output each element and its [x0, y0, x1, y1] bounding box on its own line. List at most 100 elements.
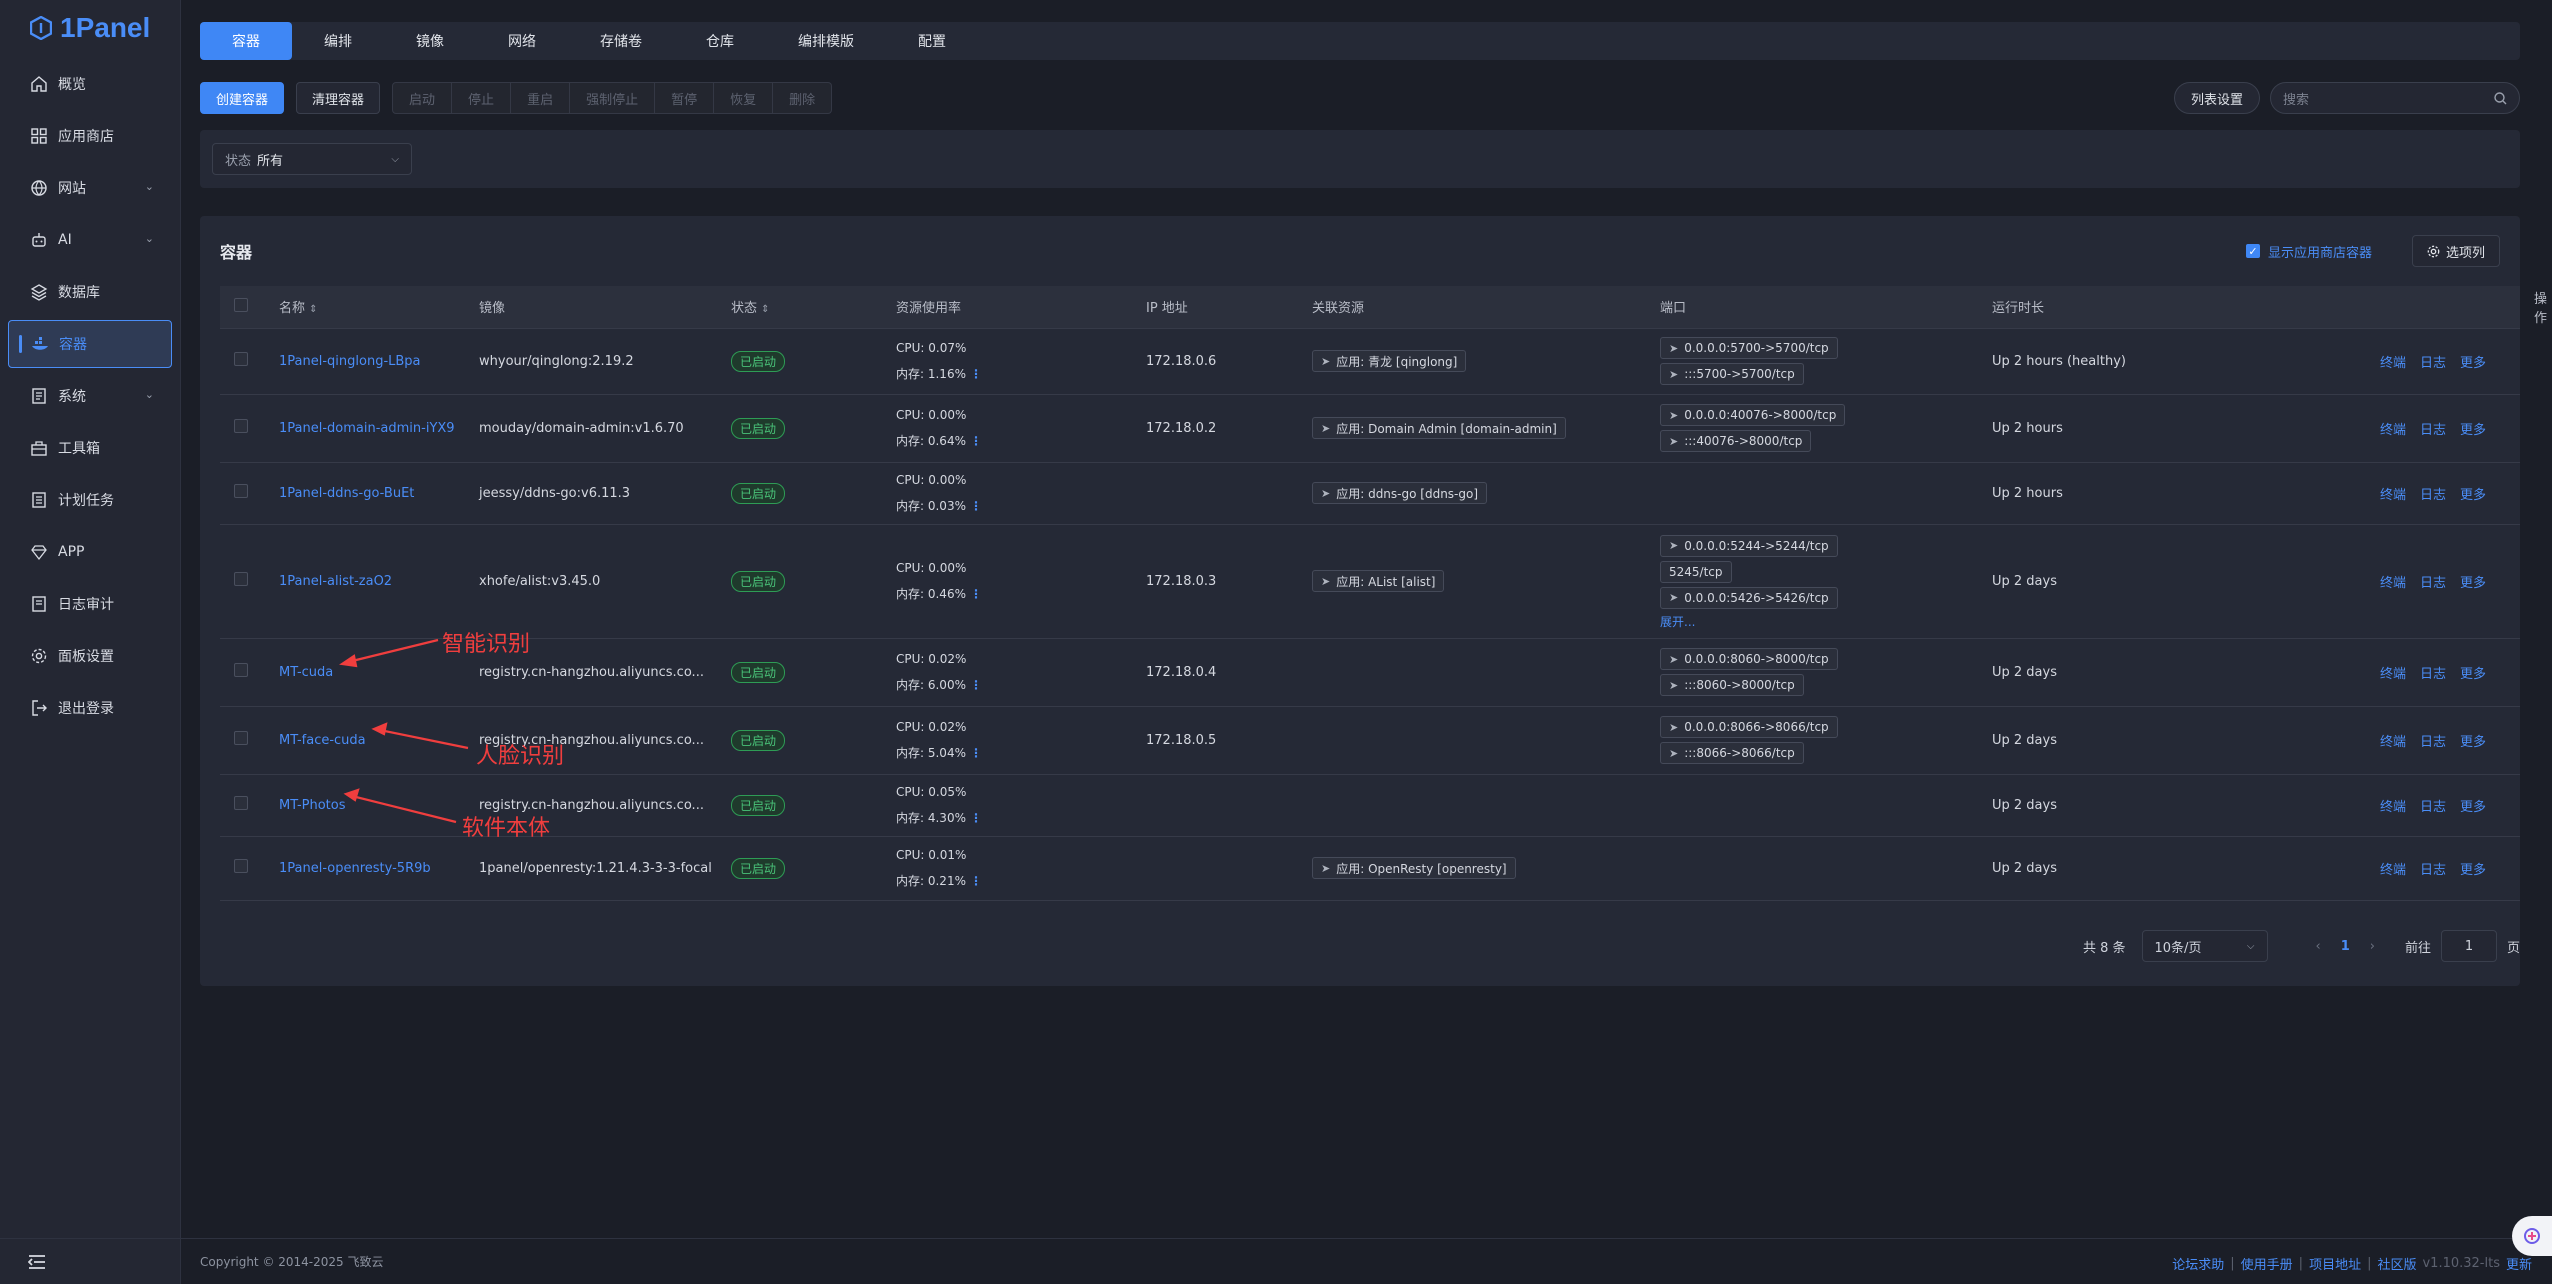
create-container-button[interactable]: 创建容器 [200, 82, 285, 114]
sidebar-item-2[interactable]: 网站 ⌄ [8, 164, 172, 212]
tab-0[interactable]: 容器 [200, 22, 292, 60]
select-all-checkbox[interactable] [234, 297, 248, 312]
more-vertical-icon[interactable]: ⋮ [970, 874, 982, 888]
resource-tag[interactable]: ➤ 应用: Domain Admin [domain-admin] [1312, 417, 1566, 439]
more-button[interactable]: 更多 [2460, 356, 2486, 371]
more-vertical-icon[interactable]: ⋮ [970, 746, 982, 760]
row-checkbox[interactable] [234, 663, 248, 677]
logs-button[interactable]: 日志 [2420, 863, 2446, 878]
more-vertical-icon[interactable]: ⋮ [970, 434, 982, 448]
table-row[interactable]: 1Panel-domain-admin-iYX9 mouday/domain-ad… [220, 394, 2521, 463]
more-vertical-icon[interactable]: ⋮ [970, 678, 982, 692]
sidebar-item-3[interactable]: AI ⌄ [8, 216, 172, 264]
resource-tag[interactable]: ➤ 应用: OpenResty [openresty] [1312, 857, 1516, 879]
sidebar-item-1[interactable]: 应用商店 [8, 112, 172, 160]
more-button[interactable]: 更多 [2460, 667, 2486, 682]
container-name-link[interactable]: 1Panel-qinglong-LBpa [279, 354, 421, 369]
status-filter-select[interactable]: 状态 所有 ⌵ [212, 143, 412, 175]
table-row[interactable]: 1Panel-openresty-5R9b 1panel/openresty:1.… [220, 836, 2521, 901]
container-name-link[interactable]: MT-Photos [279, 798, 346, 813]
terminal-button[interactable]: 终端 [2380, 356, 2406, 371]
table-row[interactable]: MT-cuda registry.cn-hangzhou.aliyuncs.co.… [220, 638, 2521, 707]
row-checkbox[interactable] [234, 796, 248, 810]
logs-button[interactable]: 日志 [2420, 667, 2446, 682]
action-button-0[interactable]: 启动 [392, 82, 453, 114]
more-vertical-icon[interactable]: ⋮ [970, 499, 982, 513]
more-vertical-icon[interactable]: ⋮ [970, 587, 982, 601]
more-button[interactable]: 更多 [2460, 800, 2486, 815]
action-button-4[interactable]: 暂停 [655, 82, 715, 114]
more-vertical-icon[interactable]: ⋮ [970, 367, 982, 381]
sidebar-item-12[interactable]: 退出登录 [8, 684, 172, 732]
row-checkbox[interactable] [234, 419, 248, 433]
port-tag[interactable]: ➤ 0.0.0.0:8060->8000/tcp [1660, 648, 1838, 670]
tab-2[interactable]: 镜像 [384, 22, 476, 60]
tab-5[interactable]: 仓库 [674, 22, 766, 60]
action-button-1[interactable]: 停止 [452, 82, 512, 114]
floating-assistant-button[interactable] [2512, 1216, 2552, 1256]
terminal-button[interactable]: 终端 [2380, 800, 2406, 815]
tab-7[interactable]: 配置 [886, 22, 978, 60]
tab-1[interactable]: 编排 [292, 22, 384, 60]
container-name-link[interactable]: 1Panel-domain-admin-iYX9 [279, 421, 455, 436]
tab-6[interactable]: 编排模版 [766, 22, 886, 60]
clean-container-button[interactable]: 清理容器 [296, 82, 381, 114]
more-button[interactable]: 更多 [2460, 423, 2486, 438]
row-checkbox[interactable] [234, 859, 248, 873]
table-row[interactable]: MT-face-cuda registry.cn-hangzhou.aliyunc… [220, 706, 2521, 775]
show-app-containers-checkbox[interactable]: ✓ 显示应用商店容器 [2245, 242, 2372, 261]
container-name-link[interactable]: 1Panel-openresty-5R9b [279, 861, 431, 876]
resource-tag[interactable]: ➤ 应用: 青龙 [qinglong] [1312, 350, 1467, 372]
terminal-button[interactable]: 终端 [2380, 735, 2406, 750]
action-button-3[interactable]: 强制停止 [570, 82, 656, 114]
more-button[interactable]: 更多 [2460, 863, 2486, 878]
footer-link-forum[interactable]: 论坛求助 [2172, 1254, 2224, 1273]
sidebar-item-9[interactable]: APP [8, 528, 172, 576]
header-select-all[interactable] [220, 286, 265, 329]
terminal-button[interactable]: 终端 [2380, 576, 2406, 591]
sidebar-item-7[interactable]: 工具箱 [8, 424, 172, 472]
port-tag[interactable]: ➤ 0.0.0.0:5426->5426/tcp [1660, 586, 1838, 609]
sidebar-collapse-button[interactable] [0, 1238, 181, 1284]
container-name-link[interactable]: 1Panel-ddns-go-BuEt [279, 486, 414, 501]
port-tag[interactable]: ➤:::5700->5700/tcp [1660, 363, 1804, 385]
column-header-0[interactable]: 名称 ⇕ [265, 286, 465, 329]
port-tag[interactable]: ➤ 0.0.0.0:40076->8000/tcp [1660, 404, 1846, 426]
sidebar-item-0[interactable]: 概览 [8, 60, 172, 108]
resource-tag[interactable]: ➤ 应用: ddns-go [ddns-go] [1312, 482, 1488, 504]
port-tag[interactable]: ➤ 0.0.0.0:5700->5700/tcp [1660, 337, 1838, 359]
sidebar-item-8[interactable]: 计划任务 [8, 476, 172, 524]
update-link[interactable]: 更新 [2506, 1254, 2532, 1273]
search-input[interactable]: 搜索 [2270, 82, 2520, 114]
column-options-button[interactable]: 选项列 [2411, 235, 2500, 267]
more-button[interactable]: 更多 [2460, 576, 2486, 591]
row-checkbox[interactable] [234, 484, 248, 498]
goto-page-input[interactable]: 1 [2440, 930, 2497, 962]
terminal-button[interactable]: 终端 [2380, 863, 2406, 878]
port-tag[interactable]: ➤:::40076->8000/tcp [1660, 430, 1812, 452]
action-button-5[interactable]: 恢复 [714, 82, 774, 114]
footer-link-community[interactable]: 社区版 [2377, 1254, 2416, 1273]
logs-button[interactable]: 日志 [2420, 488, 2446, 503]
page-size-select[interactable]: 10条/页 ⌵ [2141, 930, 2268, 962]
next-page-icon[interactable]: › [2370, 939, 2375, 954]
row-checkbox[interactable] [234, 352, 248, 366]
sidebar-item-4[interactable]: 数据库 [8, 268, 172, 316]
action-button-6[interactable]: 删除 [773, 82, 833, 114]
table-row[interactable]: 1Panel-alist-zaO2 xhofe/alist:v3.45.0 已启动 C… [220, 524, 2521, 639]
port-tag[interactable]: ➤ 0.0.0.0:5244->5244/tcp [1660, 534, 1838, 557]
row-checkbox[interactable] [234, 572, 248, 586]
terminal-button[interactable]: 终端 [2380, 488, 2406, 503]
container-name-link[interactable]: 1Panel-alist-zaO2 [279, 574, 392, 589]
table-row[interactable]: MT-Photos registry.cn-hangzhou.aliyuncs.c… [220, 774, 2521, 837]
more-button[interactable]: 更多 [2460, 735, 2486, 750]
logs-button[interactable]: 日志 [2420, 356, 2446, 371]
port-tag[interactable]: ➤ 0.0.0.0:8066->8066/tcp [1660, 716, 1838, 738]
container-name-link[interactable]: MT-face-cuda [279, 733, 366, 748]
sidebar-item-10[interactable]: 日志审计 [8, 580, 172, 628]
sidebar-item-6[interactable]: 系统 ⌄ [8, 372, 172, 420]
port-tag[interactable]: 5245/tcp [1660, 560, 1732, 583]
more-vertical-icon[interactable]: ⋮ [970, 811, 982, 825]
terminal-button[interactable]: 终端 [2380, 423, 2406, 438]
port-tag[interactable]: ➤:::8060->8000/tcp [1660, 674, 1804, 696]
